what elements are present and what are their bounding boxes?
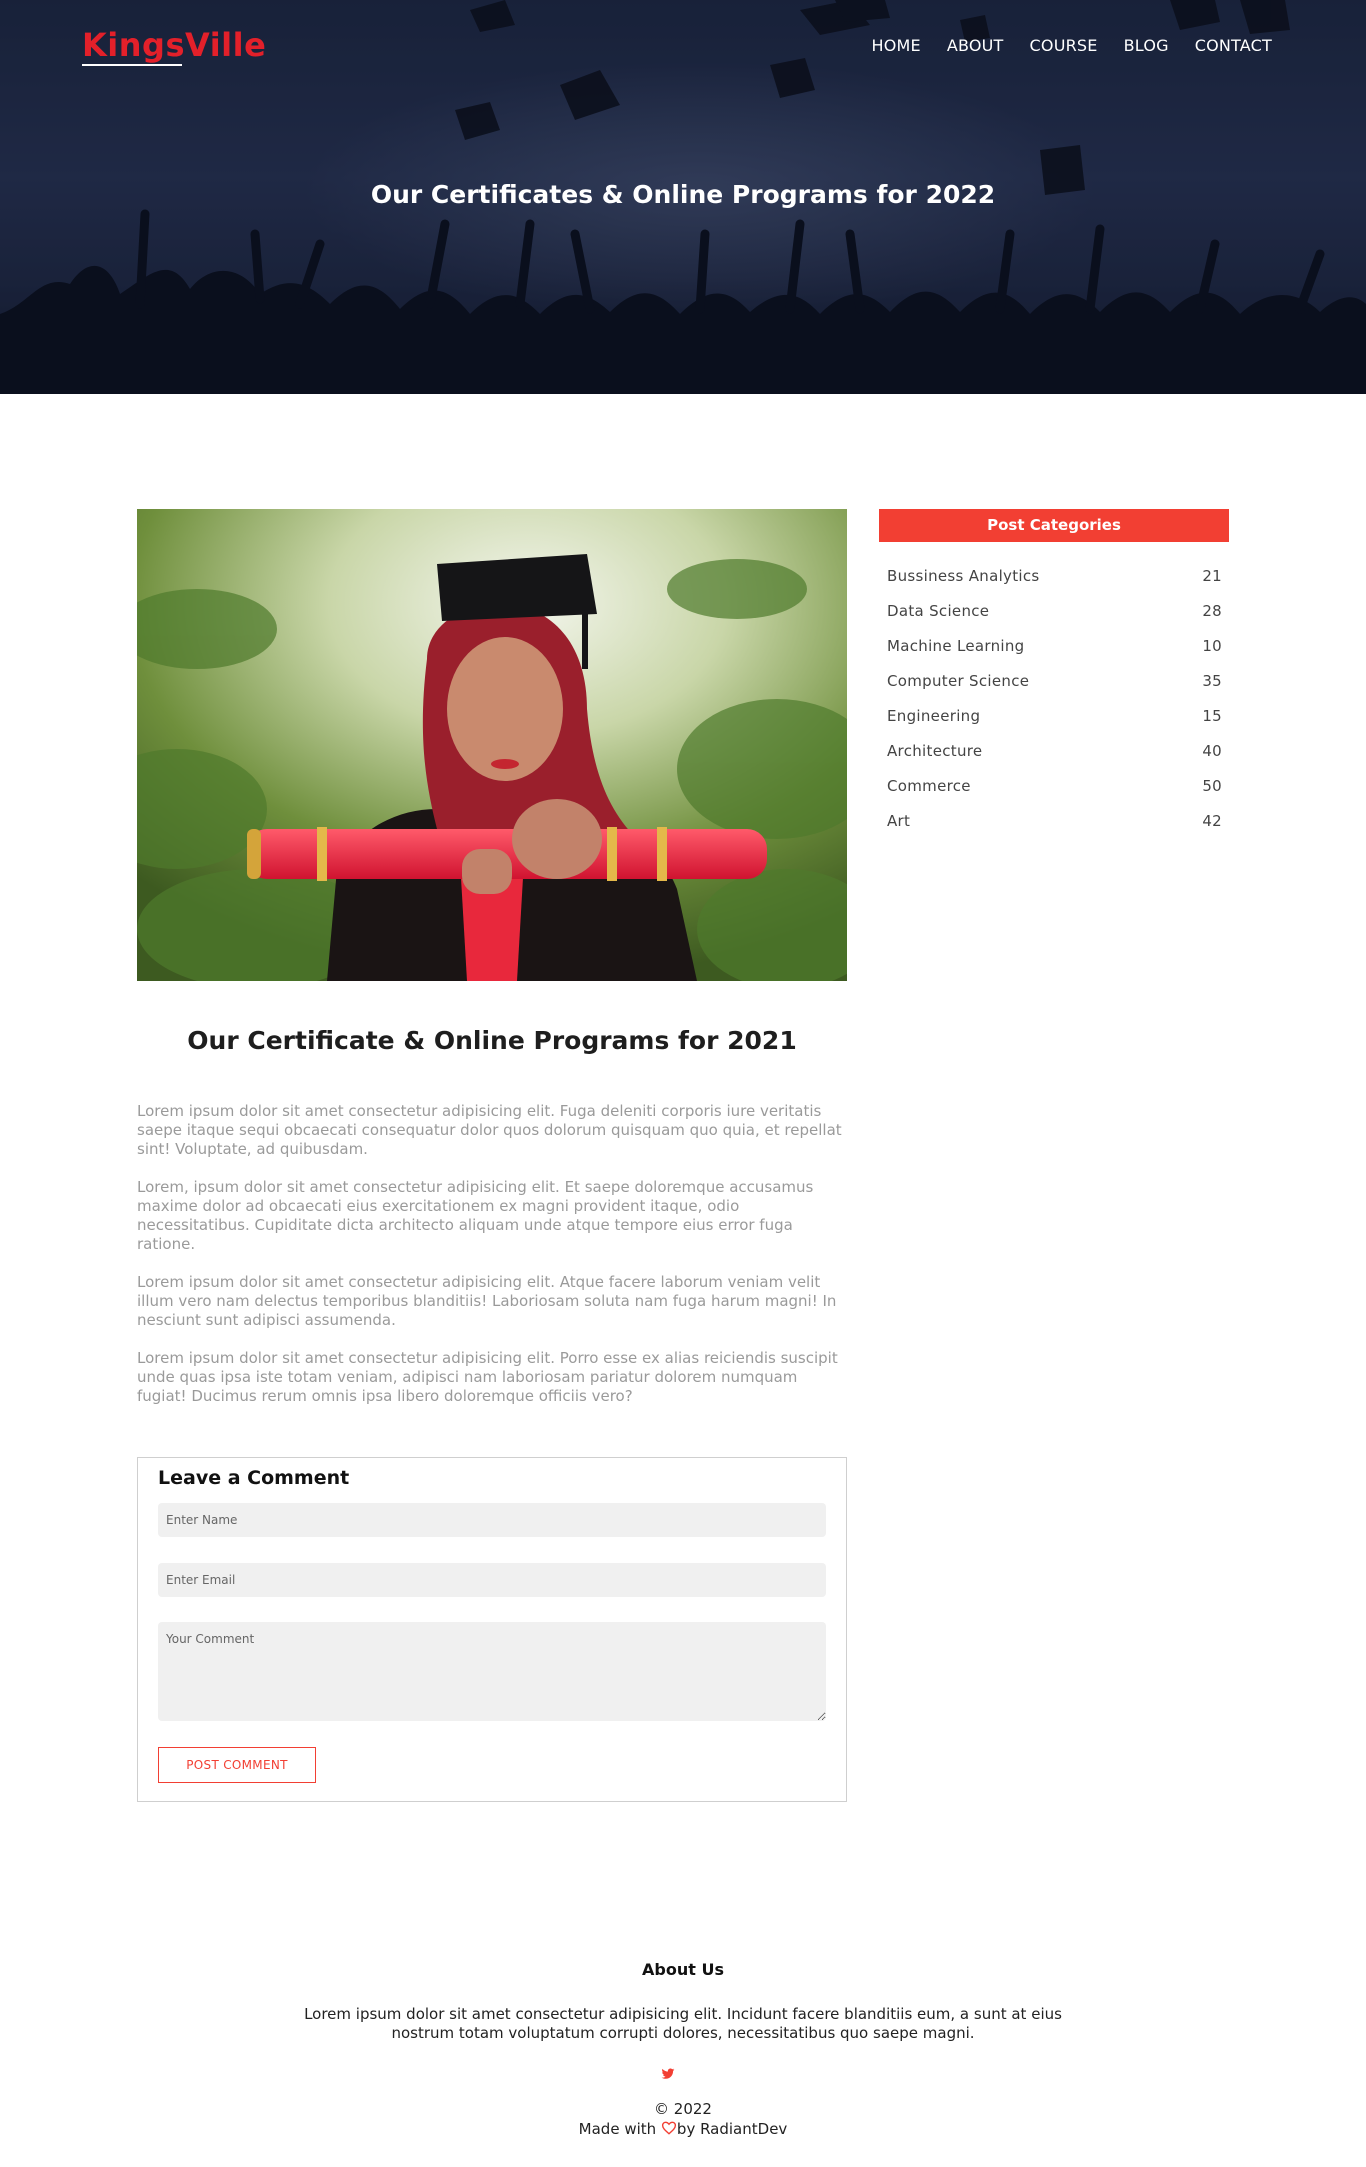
category-count: 10 xyxy=(1202,637,1222,655)
post-paragraph: Lorem ipsum dolor sit amet consectetur a… xyxy=(137,1102,842,1158)
category-name: Art xyxy=(887,812,911,830)
post-comment-button[interactable]: POST COMMENT xyxy=(158,1747,316,1783)
footer-about-title: About Us xyxy=(642,1960,724,1979)
category-item-bussiness-analytics[interactable]: Bussiness Analytics 21 xyxy=(887,566,1222,601)
email-field[interactable] xyxy=(158,1563,826,1597)
category-name: Architecture xyxy=(887,742,983,760)
category-name: Machine Learning xyxy=(887,637,1025,655)
category-name: Commerce xyxy=(887,777,971,795)
post-title: Our Certificate & Online Programs for 20… xyxy=(187,1026,797,1055)
category-count: 15 xyxy=(1202,707,1222,725)
category-name: Bussiness Analytics xyxy=(887,567,1040,585)
hero-title: Our Certificates & Online Programs for 2… xyxy=(370,180,996,209)
graduate-photo xyxy=(137,509,847,981)
comment-form: Leave a Comment POST COMMENT xyxy=(137,1457,847,1802)
nav-contact[interactable]: CONTACT xyxy=(1195,36,1272,55)
category-name: Data Science xyxy=(887,602,990,620)
comment-field[interactable] xyxy=(158,1622,826,1721)
category-name: Engineering xyxy=(887,707,981,725)
logo-underline xyxy=(82,64,182,66)
category-item-engineering[interactable]: Engineering 15 xyxy=(887,706,1222,741)
category-name: Computer Science xyxy=(887,672,1030,690)
nav-course[interactable]: COURSE xyxy=(1030,36,1098,55)
category-item-commerce[interactable]: Commerce 50 xyxy=(887,776,1222,811)
heart-icon xyxy=(661,2121,676,2135)
post-paragraph: Lorem, ipsum dolor sit amet consectetur … xyxy=(137,1178,814,1253)
post-image xyxy=(137,509,847,981)
category-item-computer-science[interactable]: Computer Science 35 xyxy=(887,671,1222,706)
made-with-prefix: Made with xyxy=(578,2120,661,2138)
category-item-machine-learning[interactable]: Machine Learning 10 xyxy=(887,636,1222,671)
category-count: 35 xyxy=(1202,672,1222,690)
made-with-credit: Made with by RadiantDev xyxy=(0,2120,1366,2138)
comment-form-title: Leave a Comment xyxy=(158,1467,350,1489)
category-count: 50 xyxy=(1202,777,1222,795)
copyright-text: © 2022 xyxy=(654,2100,712,2118)
category-count: 40 xyxy=(1202,742,1222,760)
name-field[interactable] xyxy=(158,1503,826,1537)
nav-about[interactable]: ABOUT xyxy=(947,36,1004,55)
main-nav: HOME ABOUT COURSE BLOG CONTACT xyxy=(871,36,1272,55)
site-logo[interactable]: KingsVille xyxy=(82,26,266,64)
category-item-data-science[interactable]: Data Science 28 xyxy=(887,601,1222,636)
post-categories-header: Post Categories xyxy=(879,509,1229,542)
category-list: Bussiness Analytics 21 Data Science 28 Mac… xyxy=(887,566,1222,846)
post-body: Lorem ipsum dolor sit amet consectetur a… xyxy=(137,1102,847,1425)
category-item-art[interactable]: Art 42 xyxy=(887,811,1222,846)
category-count: 42 xyxy=(1202,812,1222,830)
post-paragraph: Lorem ipsum dolor sit amet consectetur a… xyxy=(137,1273,837,1329)
nav-home[interactable]: HOME xyxy=(871,36,920,55)
made-with-suffix: by RadiantDev xyxy=(676,2120,788,2138)
footer-about-text: Lorem ipsum dolor sit amet consectetur a… xyxy=(304,2005,1062,2042)
category-item-architecture[interactable]: Architecture 40 xyxy=(887,741,1222,776)
category-count: 28 xyxy=(1202,602,1222,620)
category-count: 21 xyxy=(1202,567,1222,585)
post-paragraph: Lorem ipsum dolor sit amet consectetur a… xyxy=(137,1349,838,1405)
twitter-icon[interactable] xyxy=(661,2067,675,2081)
nav-blog[interactable]: BLOG xyxy=(1124,36,1169,55)
